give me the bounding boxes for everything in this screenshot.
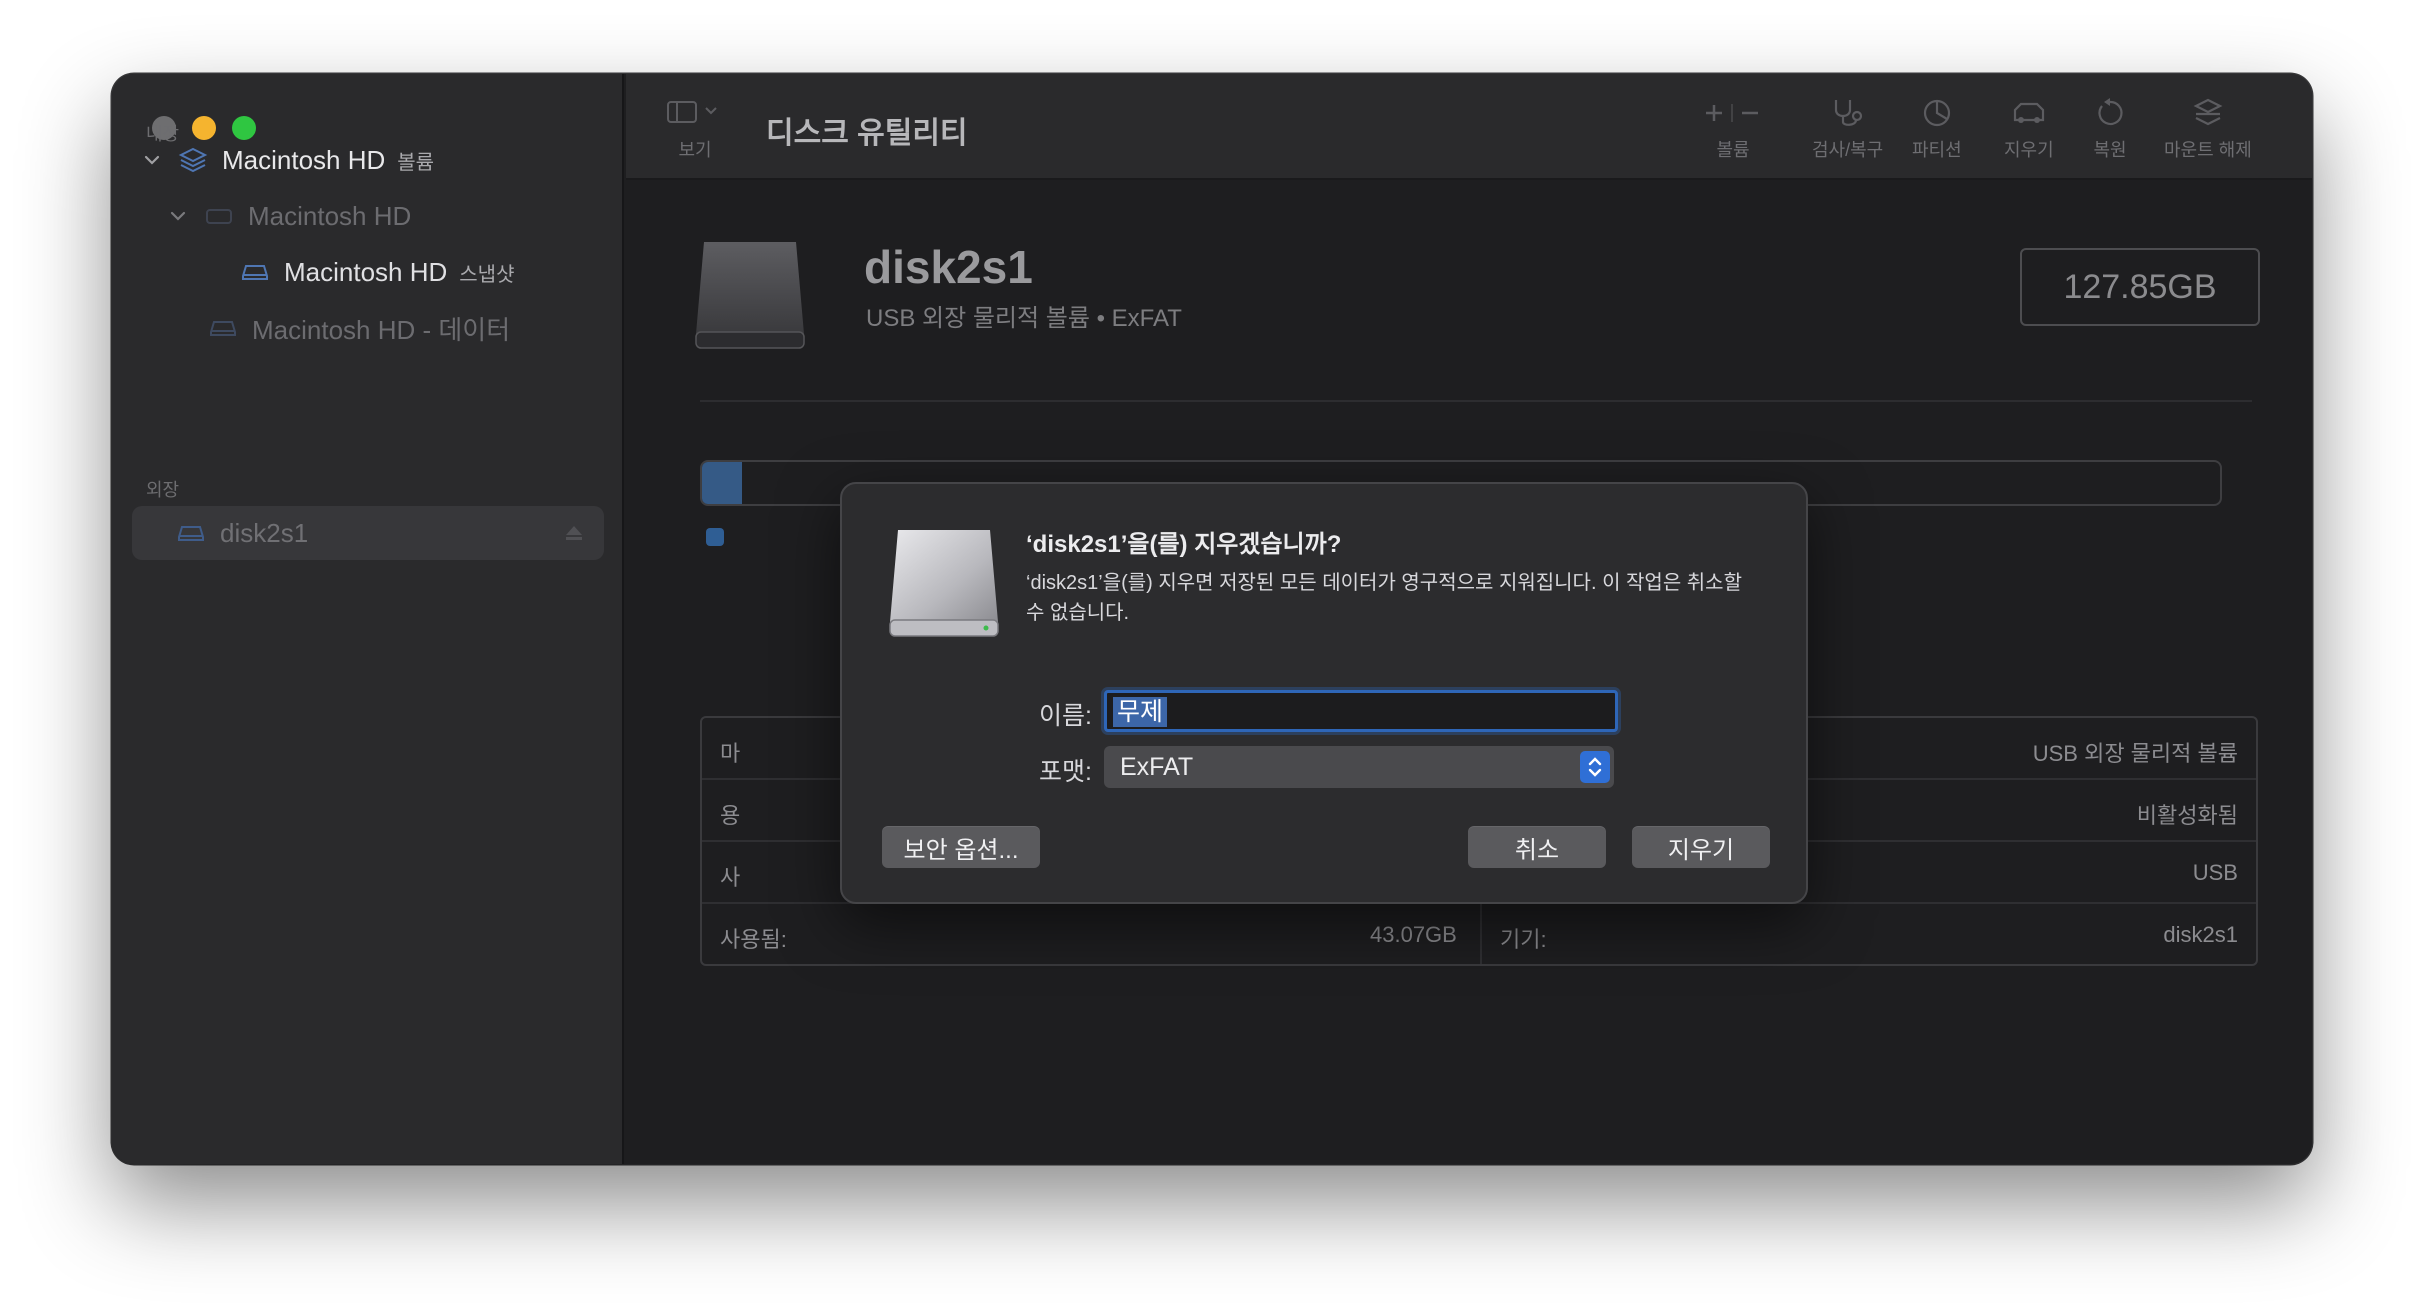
sidebar-toggle-icon: [667, 101, 717, 123]
view-label: 보기: [678, 140, 712, 160]
first-aid-button[interactable]: 검사/복구: [1812, 96, 1883, 162]
chevron-down-icon[interactable]: [168, 206, 188, 226]
erase-dialog: ‘disk2s1’을(를) 지우겠습니까? ‘disk2s1’을(를) 지우면 …: [840, 482, 1808, 904]
erase-label: 지우기: [2004, 140, 2054, 160]
view-button[interactable]: 보기: [664, 96, 726, 162]
restore-label: 복원: [2093, 140, 2127, 160]
unmount-button[interactable]: 마운트 해제: [2164, 96, 2252, 162]
security-options-button[interactable]: 보안 옵션...: [882, 826, 1040, 868]
format-select[interactable]: ExFAT: [1104, 746, 1614, 788]
table-cell-label: 용: [720, 803, 741, 828]
volume-button[interactable]: 볼륨: [1698, 96, 1768, 162]
table-cell-value: 43.07GB: [1370, 922, 1457, 947]
disk-subtitle: USB 외장 물리적 볼륨 • ExFAT: [866, 305, 1182, 332]
usage-bar-fill: [702, 462, 742, 504]
divider: [700, 400, 2252, 402]
disk-utility-window: 내장 Macintosh HD 볼륨 Macintosh HD Macintos…: [112, 74, 2312, 1164]
first-aid-label: 검사/복구: [1812, 140, 1884, 160]
dialog-title: ‘disk2s1’을(를) 지우겠습니까?: [1026, 531, 1342, 558]
sidebar-item-macintosh-hd-data[interactable]: Macintosh HD - 데이터: [206, 306, 510, 350]
table-cell-label: 마: [720, 741, 741, 766]
erase-button[interactable]: 지우기: [2004, 96, 2054, 162]
unmount-icon: [2193, 98, 2223, 126]
sidebar-item-macintosh-hd-volume[interactable]: Macintosh HD 볼륨: [136, 138, 434, 182]
table-cell-value: disk2s1: [2163, 922, 2238, 947]
window-title: 디스크 유틸리티: [766, 117, 968, 150]
partition-label: 파티션: [1912, 140, 1962, 160]
format-label: 포맷:: [1039, 758, 1092, 786]
table-row: 사용됨: 43.07GB 기기: disk2s1: [702, 904, 2256, 966]
chevron-down-icon[interactable]: [142, 150, 162, 170]
sidebar-item-label: Macintosh HD - 데이터: [252, 314, 511, 345]
capacity-badge: 127.85GB: [2020, 248, 2260, 326]
minimize-button[interactable]: [192, 116, 216, 140]
drive-icon: [202, 202, 236, 230]
external-drive-icon: [886, 526, 1006, 651]
sidebar-item-label: Macintosh HD: [248, 200, 412, 231]
sidebar-item-label: Macintosh HD: [222, 144, 386, 175]
format-select-value: ExFAT: [1120, 753, 1194, 781]
eject-icon[interactable]: [564, 524, 584, 547]
eraser-car-icon: [2013, 102, 2044, 123]
layers-icon: [176, 146, 210, 174]
sidebar-item-label: disk2s1: [220, 517, 309, 548]
usage-legend-swatch: [706, 528, 724, 546]
stethoscope-icon: [1834, 100, 1862, 126]
sidebar-item-disk2s1[interactable]: disk2s1: [174, 511, 308, 555]
sidebar-item-sub: 스냅샷: [459, 263, 515, 286]
sidebar-item-label: Macintosh HD: [284, 256, 448, 287]
sidebar-item-sub: 볼륨: [397, 151, 435, 174]
drive-icon: [206, 314, 240, 342]
sidebar-item-snapshot[interactable]: Macintosh HD 스냅샷: [238, 250, 514, 294]
up-down-chevron-icon[interactable]: [1580, 751, 1610, 783]
table-cell-value: USB: [2192, 860, 2238, 885]
volume-label: 볼륨: [1716, 140, 1750, 160]
dialog-message: ‘disk2s1’을(를) 지우면 저장된 모든 데이터가 영구적으로 지워집니…: [1026, 572, 1742, 624]
erase-confirm-button[interactable]: 지우기: [1632, 826, 1770, 868]
plus-minus-icon: [1706, 104, 1758, 122]
table-cell-value: USB 외장 물리적 볼륨: [2032, 741, 2238, 766]
table-cell-label: 사: [720, 865, 741, 890]
sidebar: 내장 Macintosh HD 볼륨 Macintosh HD Macintos…: [112, 74, 624, 1164]
unmount-label: 마운트 해제: [2164, 140, 2252, 160]
table-cell-value: 비활성화됨: [2136, 803, 2238, 828]
partition-button[interactable]: 파티션: [1912, 96, 1962, 162]
cancel-button[interactable]: 취소: [1468, 826, 1606, 868]
toolbar: 보기 디스크 유틸리티 볼륨 검사/복구 파티션 지우기 복원 마운트 해제: [626, 74, 2312, 180]
table-cell-label: 사용됨:: [720, 927, 787, 952]
name-input[interactable]: 무제: [1104, 690, 1618, 732]
external-drive-icon: [692, 238, 812, 363]
restore-icon: [2098, 98, 2123, 126]
sidebar-item-macintosh-hd[interactable]: Macintosh HD: [168, 194, 411, 238]
maximize-button[interactable]: [232, 116, 256, 140]
restore-button[interactable]: 복원: [2090, 96, 2130, 162]
disk-name: disk2s1: [864, 241, 1033, 293]
name-label: 이름:: [1039, 702, 1092, 730]
drive-icon: [174, 519, 208, 547]
pie-chart-icon: [1923, 99, 1950, 127]
name-input-value[interactable]: 무제: [1113, 697, 1168, 727]
drive-icon: [238, 258, 272, 286]
section-external-label: 외장: [146, 480, 180, 500]
table-cell-label: 기기:: [1500, 927, 1547, 952]
